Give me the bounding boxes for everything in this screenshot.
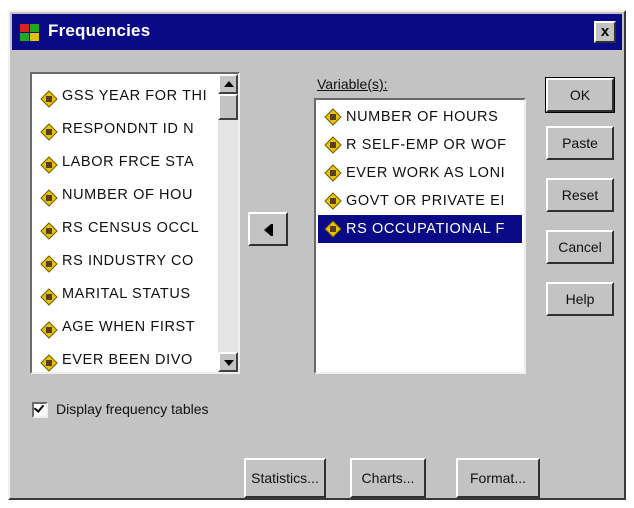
ruler-icon [40,253,58,273]
ruler-icon [40,286,58,306]
list-item-label: NUMBER OF HOURS [346,109,499,125]
list-item[interactable]: MARITAL STATUS [34,278,216,311]
source-variable-list[interactable]: GSS YEAR FOR THI RESPONDNT ID N LABOR FRCE… [30,72,240,374]
vertical-scrollbar[interactable] [218,74,238,372]
selected-variables-list[interactable]: NUMBER OF HOURS R SELF-EMP OR WOF EVER WOR… [314,98,526,374]
ruler-icon [324,220,342,238]
arrow-left-icon [264,224,271,236]
list-item[interactable]: NUMBER OF HOURS [318,103,522,131]
list-item[interactable]: EVER BEEN DIVO [34,344,216,372]
ruler-icon [324,136,342,154]
paste-button[interactable]: Paste [546,126,614,160]
reset-button[interactable]: Reset [546,178,614,212]
list-item-label: GSS YEAR FOR THI [62,88,208,104]
list-item[interactable]: RESPONDNT ID N [34,113,216,146]
format-button[interactable]: Format... [456,458,540,498]
window-title: Frequencies [48,21,151,40]
list-item[interactable]: R SELF-EMP OR WOF [318,131,522,159]
ruler-icon [40,154,58,174]
frequencies-dialog: Frequencies x GSS YEAR FOR THI RESPONDNT … [8,10,626,500]
list-item-label: RS CENSUS OCCL [62,220,200,236]
list-item-label: RS INDUSTRY CO [62,253,194,269]
ruler-icon [40,187,58,207]
variables-label: Variable(s): [317,76,388,92]
list-item[interactable]: RS CENSUS OCCL [34,212,216,245]
scroll-down-icon [224,360,234,366]
scroll-down-button[interactable] [218,352,238,372]
title-bar[interactable]: Frequencies x [12,14,622,50]
charts-button[interactable]: Charts... [350,458,426,498]
list-item-label: RESPONDNT ID N [62,121,195,137]
list-item-label: EVER WORK AS LONI [346,165,506,181]
list-item-label: EVER BEEN DIVO [62,352,193,368]
ruler-icon [40,319,58,339]
move-variable-button[interactable] [248,212,288,246]
ruler-icon [324,192,342,210]
display-frequency-tables-checkbox[interactable] [32,402,48,418]
help-button[interactable]: Help [546,282,614,316]
scroll-thumb[interactable] [218,94,238,120]
ruler-icon [40,88,58,108]
ruler-icon [40,352,58,372]
app-icon [20,24,40,42]
list-item-label: RS OCCUPATIONAL F [346,221,505,237]
list-item-label: GOVT OR PRIVATE EI [346,193,506,209]
checkmark-icon [33,402,45,413]
list-item[interactable]: AGE WHEN FIRST [34,311,216,344]
list-item[interactable]: RS INDUSTRY CO [34,245,216,278]
list-item-label: R SELF-EMP OR WOF [346,137,507,153]
display-frequency-tables-label: Display frequency tables [56,401,209,417]
list-item[interactable]: LABOR FRCE STA [34,146,216,179]
statistics-button[interactable]: Statistics... [244,458,326,498]
arrow-left-icon-stem [271,224,273,236]
ruler-icon [40,121,58,141]
ruler-icon [40,220,58,240]
list-item-label: LABOR FRCE STA [62,154,195,170]
list-item-label: NUMBER OF HOU [62,187,194,203]
list-item[interactable]: RS OCCUPATIONAL F [318,215,522,243]
list-item[interactable]: NUMBER OF HOU [34,179,216,212]
scroll-up-icon [224,81,234,87]
list-item[interactable]: GOVT OR PRIVATE EI [318,187,522,215]
source-list-items: GSS YEAR FOR THI RESPONDNT ID N LABOR FRCE… [34,80,216,372]
selected-list-items: NUMBER OF HOURS R SELF-EMP OR WOF EVER WOR… [318,103,522,243]
list-item[interactable]: EVER WORK AS LONI [318,159,522,187]
list-item-label: MARITAL STATUS [62,286,191,302]
variables-label-text: Variable(s): [317,76,388,92]
ruler-icon [324,164,342,182]
ok-button[interactable]: OK [545,77,615,113]
scroll-up-button[interactable] [218,74,238,94]
list-item-label: AGE WHEN FIRST [62,319,196,335]
ruler-icon [324,108,342,126]
close-button[interactable]: x [594,21,616,43]
list-item[interactable]: GSS YEAR FOR THI [34,80,216,113]
cancel-button[interactable]: Cancel [546,230,614,264]
